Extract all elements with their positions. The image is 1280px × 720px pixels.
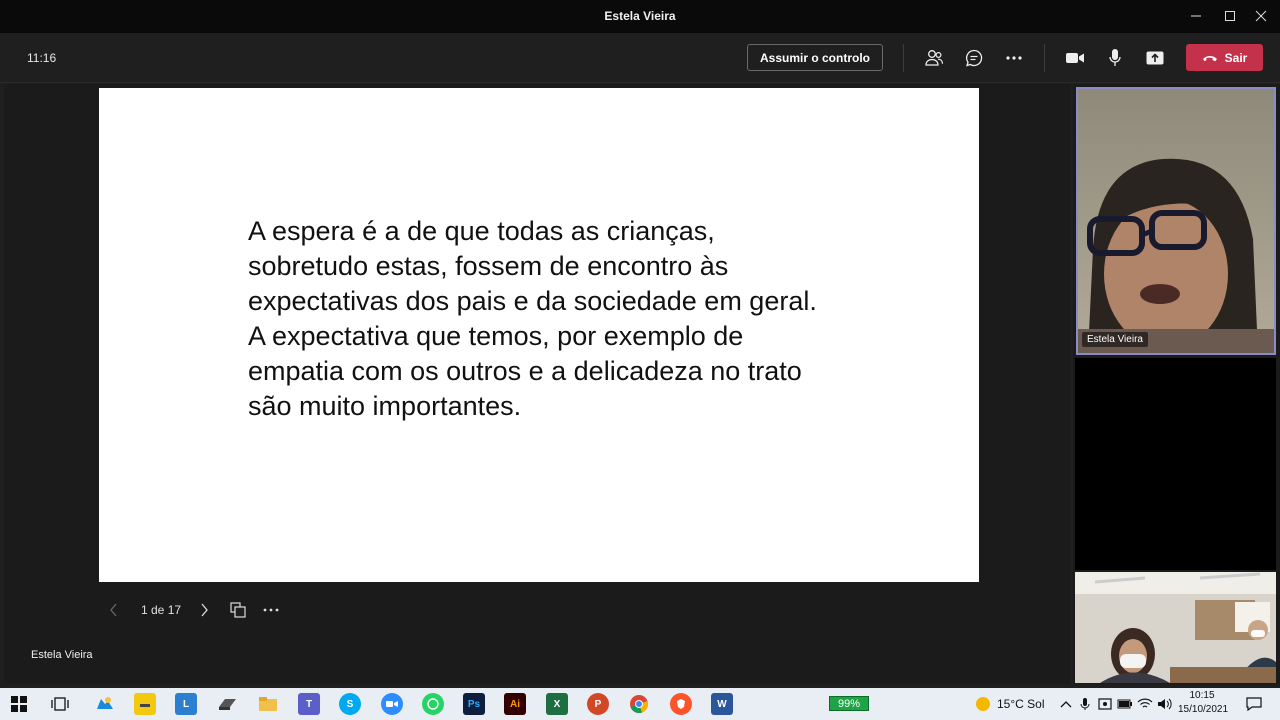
chrome-icon[interactable]: [628, 693, 650, 715]
brave-icon[interactable]: [670, 693, 692, 715]
slide-line: A expectativa que temos, por exemplo de: [248, 321, 744, 351]
zoom-icon[interactable]: [381, 693, 403, 715]
self-video[interactable]: [1075, 572, 1276, 683]
system-date: 15/10/2021: [1178, 704, 1229, 715]
wifi-icon[interactable]: [1134, 693, 1156, 715]
weather-text[interactable]: 15°C Sol: [997, 697, 1045, 711]
slide-line: A espera é a de que todas as crianças,: [248, 216, 715, 246]
people-icon[interactable]: [922, 46, 946, 70]
phone-icon: [1202, 51, 1218, 65]
participant-video-image: [1078, 89, 1274, 353]
slide-more-icon[interactable]: [263, 600, 279, 620]
file-explorer-icon[interactable]: [257, 693, 279, 715]
windows-start-icon[interactable]: [8, 693, 30, 715]
leave-label: Sair: [1224, 50, 1248, 65]
meeting-toolbar: 11:16 Assumir o controlo Sair: [0, 33, 1280, 83]
skype-icon[interactable]: S: [339, 693, 361, 715]
meeting-clock: 11:16: [27, 51, 57, 65]
window-title: Estela Vieira: [604, 9, 676, 23]
take-control-button[interactable]: Assumir o controlo: [747, 44, 883, 71]
task-view-icon[interactable]: [49, 693, 71, 715]
slide-line: empatia com os outros e a delicadeza no …: [248, 356, 802, 386]
excel-icon[interactable]: X: [546, 693, 568, 715]
slide-body-text: A espera é a de que todas as crianças, s…: [248, 214, 908, 424]
illustrator-icon[interactable]: Ai: [504, 693, 526, 715]
leave-button[interactable]: Sair: [1186, 44, 1263, 71]
presenter-name: Estela Vieira: [31, 649, 93, 661]
presentation-slide: A espera é a de que todas as crianças, s…: [99, 88, 979, 582]
window-titlebar: Estela Vieira: [0, 0, 1280, 33]
prev-slide-icon[interactable]: [109, 600, 119, 620]
maximize-icon[interactable]: [1220, 6, 1240, 26]
system-time: 10:15: [1189, 690, 1215, 701]
battery-tray-icon[interactable]: [1114, 693, 1136, 715]
participant-video-off: [1075, 358, 1276, 570]
volume-icon[interactable]: [1154, 693, 1176, 715]
participant-name-tag: Estela Vieira: [1082, 332, 1148, 347]
weather-sun-icon[interactable]: [972, 693, 994, 715]
participant-video-active[interactable]: Estela Vieira: [1076, 87, 1276, 355]
notification-icon[interactable]: [1243, 693, 1265, 715]
close-icon[interactable]: [1251, 6, 1271, 26]
toolbar-divider: [903, 44, 904, 72]
whatsapp-icon[interactable]: [422, 693, 444, 715]
battery-indicator[interactable]: 99%: [829, 696, 869, 711]
slide-page-indicator: 1 de 17: [141, 603, 182, 617]
lync-icon[interactable]: L: [175, 693, 197, 715]
onedrive-icon[interactable]: [93, 693, 115, 715]
slide-line: são muito importantes.: [248, 391, 522, 421]
microphone-tray-icon[interactable]: [1074, 693, 1096, 715]
microphone-icon[interactable]: [1103, 46, 1127, 70]
system-clock[interactable]: 10:15 15/10/2021: [1178, 689, 1229, 717]
slide-line: expectativas dos pais e da sociedade em …: [248, 286, 817, 316]
self-video-image: [1075, 572, 1276, 683]
teams-icon[interactable]: T: [298, 693, 320, 715]
windows-taskbar: ▬ L T S Ps Ai X P W 99% 15°C Sol 10:15 1…: [0, 688, 1280, 720]
photoshop-icon[interactable]: Ps: [463, 693, 485, 715]
chat-icon[interactable]: [962, 46, 986, 70]
more-icon[interactable]: [1002, 46, 1026, 70]
slide-line: sobretudo estas, fossem de encontro às: [248, 251, 729, 281]
sticky-notes-icon[interactable]: ▬: [134, 693, 156, 715]
share-icon[interactable]: [1143, 46, 1167, 70]
drive-icon[interactable]: [216, 693, 238, 715]
toolbar-divider: [1044, 44, 1045, 72]
powerpoint-icon[interactable]: P: [587, 693, 609, 715]
camera-icon[interactable]: [1063, 46, 1087, 70]
word-icon[interactable]: W: [711, 693, 733, 715]
slide-grid-icon[interactable]: [230, 600, 246, 620]
security-icon[interactable]: [1094, 693, 1116, 715]
minimize-icon[interactable]: [1186, 6, 1206, 26]
next-slide-icon[interactable]: [199, 600, 209, 620]
